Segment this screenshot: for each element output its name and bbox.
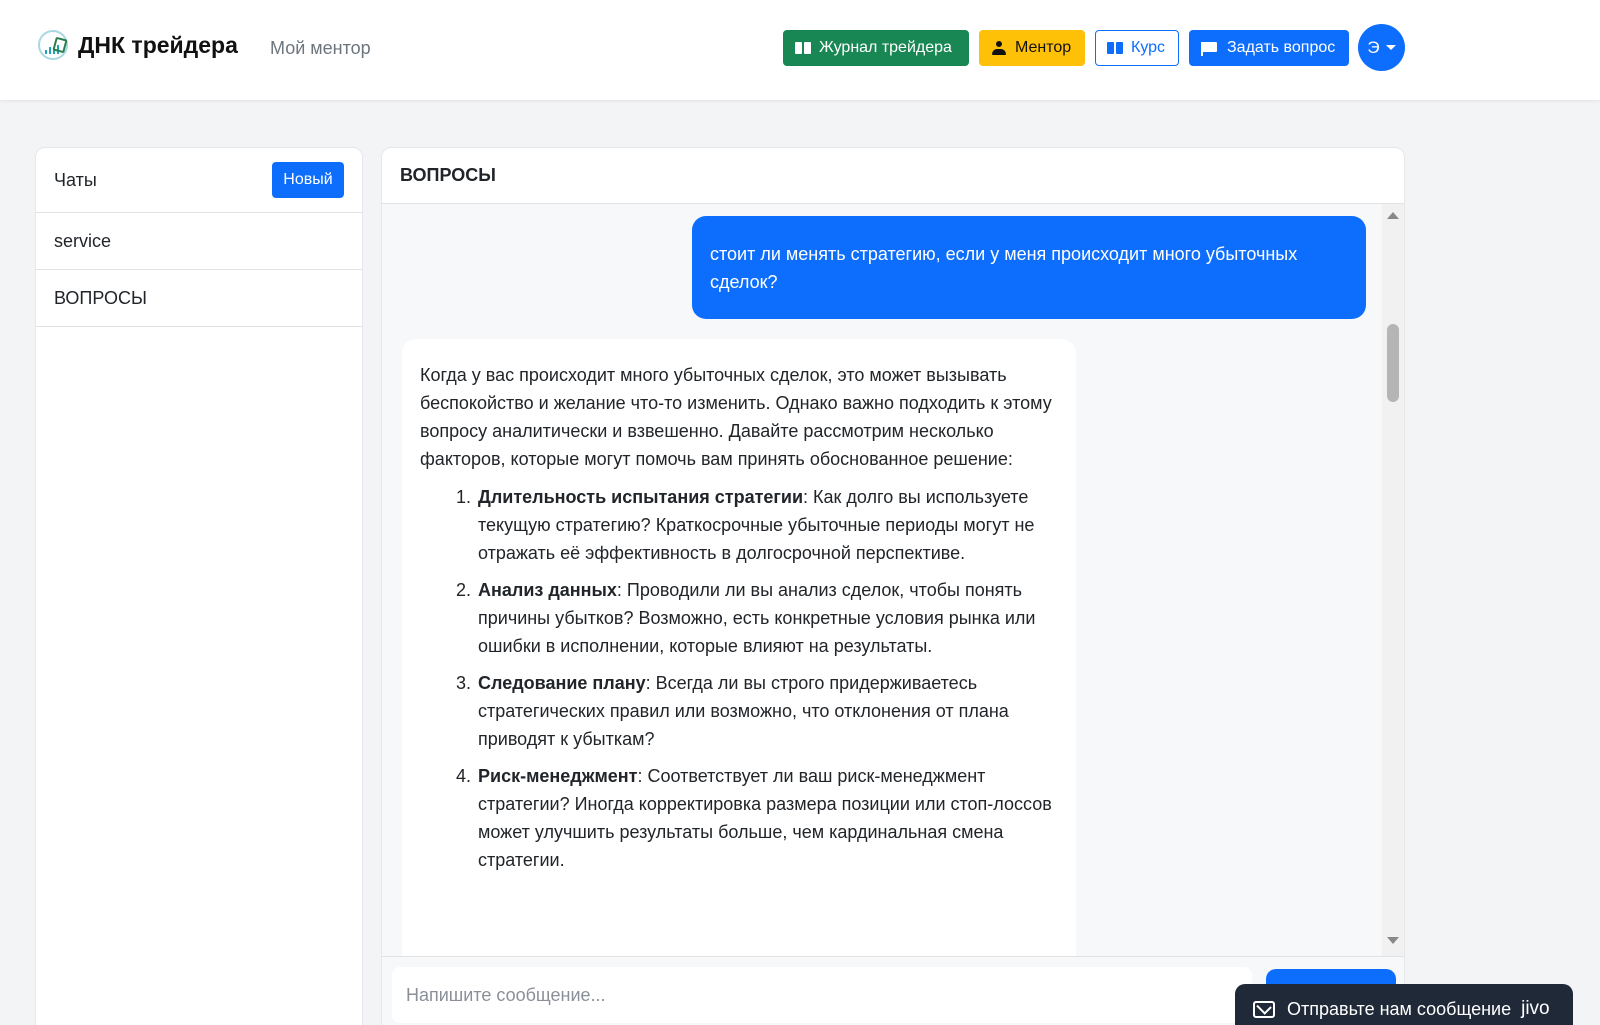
course-label: Курс bbox=[1131, 39, 1166, 56]
book-icon bbox=[795, 42, 811, 54]
user-message: стоит ли менять стратегию, если у меня п… bbox=[692, 216, 1366, 319]
point-title: Длительность испытания стратегии bbox=[478, 487, 804, 507]
assistant-intro: Когда у вас происходит много убыточных с… bbox=[420, 365, 1052, 469]
jivo-chat-widget[interactable]: Отправьте нам сообщение jivo bbox=[1235, 984, 1573, 1025]
nav-my-mentor[interactable]: Мой ментор bbox=[270, 38, 371, 59]
scroll-down-icon[interactable] bbox=[1387, 937, 1399, 944]
mail-icon bbox=[1253, 1000, 1275, 1018]
jivo-label: Отправьте нам сообщение bbox=[1287, 998, 1512, 1019]
point-title: Следование плану bbox=[478, 673, 646, 693]
message-scrollbar[interactable] bbox=[1382, 204, 1404, 956]
assistant-message: Когда у вас происходит много убыточных с… bbox=[402, 339, 1076, 956]
chats-sidebar: Чаты Новый service ВОПРОСЫ bbox=[35, 147, 363, 1025]
header-actions: Журнал трейдера Ментор Курс Задать вопро… bbox=[783, 30, 1349, 66]
mentor-button[interactable]: Ментор bbox=[979, 30, 1085, 66]
chat-item-questions[interactable]: ВОПРОСЫ bbox=[36, 270, 362, 327]
message-input[interactable] bbox=[392, 967, 1252, 1023]
chat-panel: ВОПРОСЫ стоит ли менять стратегию, если … bbox=[381, 147, 1405, 1025]
top-navbar: ДНК трейдера Мой ментор Журнал трейдера … bbox=[0, 0, 1600, 100]
scrollbar-thumb[interactable] bbox=[1387, 324, 1399, 402]
chevron-down-icon bbox=[1385, 45, 1396, 50]
brand-name: ДНК трейдера bbox=[78, 31, 238, 58]
person-icon bbox=[991, 40, 1007, 56]
user-avatar-dropdown[interactable]: Э bbox=[1358, 24, 1405, 71]
mentor-label: Ментор bbox=[1015, 39, 1072, 56]
scroll-up-icon[interactable] bbox=[1387, 212, 1399, 219]
flag-icon bbox=[1201, 41, 1219, 56]
chat-item-service[interactable]: service bbox=[36, 213, 362, 270]
trader-journal-button[interactable]: Журнал трейдера bbox=[783, 30, 969, 66]
point-title: Риск-менеджмент bbox=[478, 766, 638, 786]
list-item: Анализ данных: Проводили ли вы анализ сд… bbox=[476, 576, 1058, 660]
logo-icon bbox=[38, 30, 68, 60]
list-item: Следование плану: Всегда ли вы строго пр… bbox=[476, 669, 1058, 753]
point-title: Анализ данных bbox=[478, 580, 617, 600]
book-icon bbox=[1107, 42, 1123, 54]
assistant-points: Длительность испытания стратегии: Как до… bbox=[420, 483, 1058, 874]
course-button[interactable]: Курс bbox=[1095, 30, 1179, 66]
new-chat-button[interactable]: Новый bbox=[272, 162, 344, 198]
chat-title: ВОПРОСЫ bbox=[382, 148, 1404, 204]
message-list[interactable]: стоит ли менять стратегию, если у меня п… bbox=[382, 204, 1382, 956]
avatar-initial: Э bbox=[1367, 37, 1380, 57]
trader-journal-label: Журнал трейдера bbox=[819, 39, 952, 56]
brand[interactable]: ДНК трейдера bbox=[38, 30, 238, 60]
list-item: Длительность испытания стратегии: Как до… bbox=[476, 483, 1058, 567]
list-item: Риск-менеджмент: Соответствует ли ваш ри… bbox=[476, 762, 1058, 874]
chats-title: Чаты bbox=[54, 169, 97, 190]
chats-header: Чаты Новый bbox=[36, 148, 362, 213]
ask-question-label: Задать вопрос bbox=[1227, 39, 1336, 56]
jivo-brand: jivo bbox=[1521, 998, 1550, 1019]
ask-question-button[interactable]: Задать вопрос bbox=[1189, 30, 1349, 66]
